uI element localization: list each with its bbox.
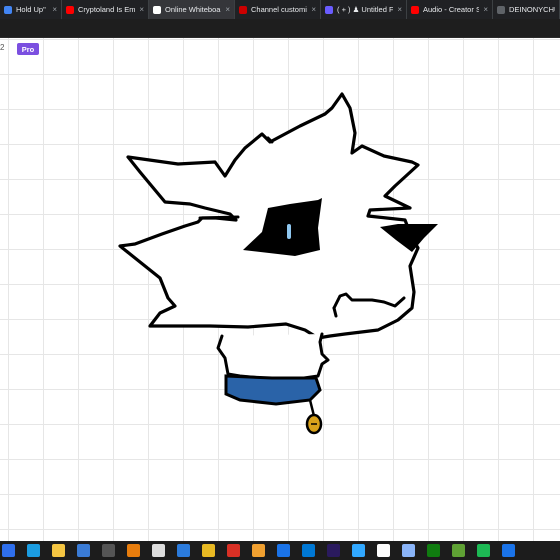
spotify-icon[interactable] <box>477 544 490 557</box>
browser-tab-title: Hold Up" Memes <box>16 5 48 14</box>
settings-icon[interactable] <box>277 544 290 557</box>
browser-tab-title: DEINONYCHUS - <box>509 5 555 14</box>
3d-viewer-icon[interactable] <box>152 544 165 557</box>
photoshop-icon[interactable] <box>352 544 365 557</box>
eye-highlight <box>287 224 291 239</box>
browser-tab[interactable]: Online Whiteboard × <box>149 0 235 19</box>
app-icon <box>325 5 333 14</box>
close-icon[interactable]: × <box>397 5 402 14</box>
explorer-icon[interactable] <box>52 544 65 557</box>
close-icon[interactable]: × <box>139 5 144 14</box>
youtube-icon <box>411 5 419 14</box>
os-taskbar <box>0 541 560 560</box>
close-icon[interactable]: × <box>52 5 57 14</box>
generic-icon <box>497 5 505 14</box>
browser-tab-title: Audio - Creator St <box>423 5 480 14</box>
browser-tab[interactable]: DEINONYCHUS - <box>493 0 560 19</box>
mail-icon[interactable] <box>302 544 315 557</box>
minecraft-icon[interactable] <box>452 544 465 557</box>
start-icon[interactable] <box>2 544 15 557</box>
browser-tab[interactable]: Cryptoland Is Emb × <box>62 0 149 19</box>
neck-outline <box>216 332 330 382</box>
browser-tab[interactable]: Hold Up" Memes × <box>0 0 62 19</box>
browser-tab-strip: Hold Up" Memes×Cryptoland Is Emb×Online … <box>0 0 560 19</box>
browser-tab-title: Channel customiz <box>251 5 308 14</box>
edge-icon[interactable] <box>27 544 40 557</box>
browser-tab[interactable]: Audio - Creator St × <box>407 0 493 19</box>
youtube-studio-icon <box>239 5 247 14</box>
capcut-icon[interactable] <box>377 544 390 557</box>
obs-icon[interactable] <box>102 544 115 557</box>
store-icon[interactable] <box>77 544 90 557</box>
close-icon[interactable]: × <box>225 5 230 14</box>
app-red-icon[interactable] <box>227 544 240 557</box>
dots-icon[interactable] <box>402 544 415 557</box>
browser-tab-title: ( + ) ♟ Untitled Fr <box>337 5 394 14</box>
browser-tab-title: Online Whiteboard <box>165 5 222 14</box>
people-icon[interactable] <box>177 544 190 557</box>
chrome-icon[interactable] <box>202 544 215 557</box>
wolf-head-drawing[interactable] <box>0 38 560 541</box>
fang-line <box>332 306 338 318</box>
collar <box>224 374 322 406</box>
brow-line <box>198 215 240 220</box>
browser-tab[interactable]: ( + ) ♟ Untitled Fr × <box>321 0 407 19</box>
close-icon[interactable]: × <box>483 5 488 14</box>
generic-icon <box>4 5 12 14</box>
blender-icon[interactable] <box>127 544 140 557</box>
paint-icon[interactable] <box>252 544 265 557</box>
browser-tab[interactable]: Channel customiz × <box>235 0 321 19</box>
xbox-icon[interactable] <box>427 544 440 557</box>
youtube-icon <box>66 5 74 14</box>
browser-tab-title: Cryptoland Is Emb <box>78 5 136 14</box>
premiere-icon[interactable] <box>327 544 340 557</box>
whiteboard-icon <box>153 5 161 14</box>
app-toolbar <box>0 19 560 38</box>
whiteboard-canvas[interactable]: 2 Pro <box>0 38 560 541</box>
close-icon[interactable]: × <box>311 5 316 14</box>
app-blue-icon[interactable] <box>502 544 515 557</box>
